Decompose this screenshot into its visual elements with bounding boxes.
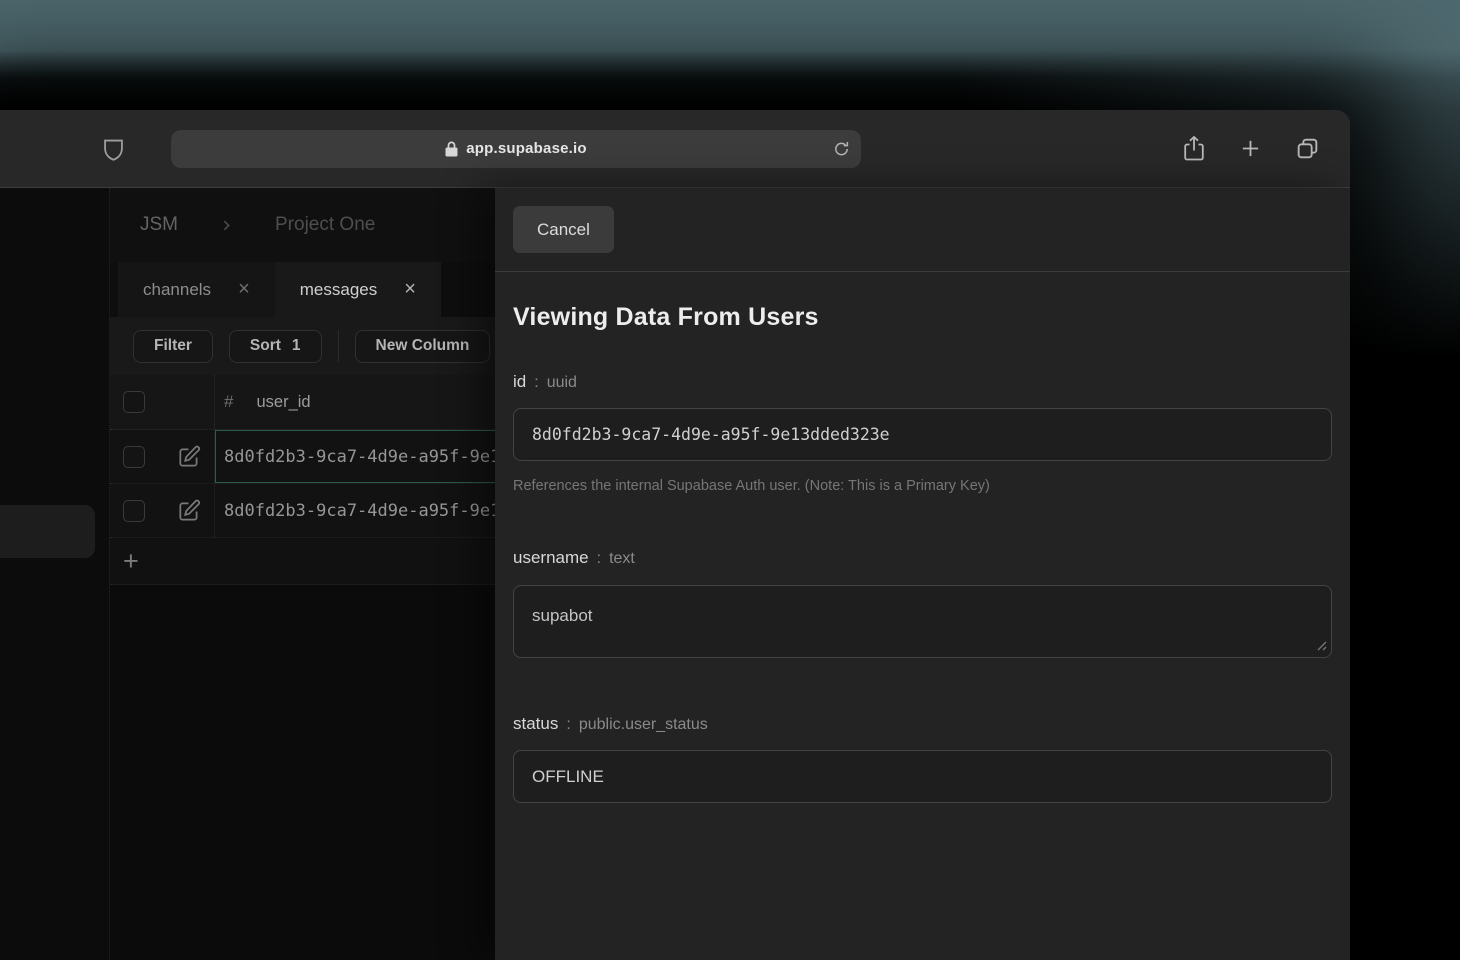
field-label-username: username : text (513, 548, 1332, 568)
sort-button[interactable]: Sort 1 (229, 330, 322, 363)
breadcrumb-project[interactable]: Project One (275, 214, 375, 236)
select-all-checkbox[interactable] (123, 391, 145, 413)
row-controls (110, 484, 215, 537)
status-input[interactable] (513, 750, 1332, 803)
tab-label: channels (143, 280, 211, 300)
field-type: uuid (547, 374, 577, 392)
row-detail-panel: Cancel Viewing Data From Users id : uuid… (495, 188, 1350, 960)
browser-toolbar: app.supabase.io (0, 110, 1350, 188)
new-column-label: New Column (376, 337, 470, 355)
row-checkbox[interactable] (123, 446, 145, 468)
app-sidebar (0, 188, 110, 960)
tab-label: messages (300, 280, 377, 300)
new-column-button[interactable]: New Column (355, 330, 491, 363)
close-icon[interactable]: × (404, 278, 416, 301)
lock-icon (445, 141, 458, 157)
id-input[interactable] (513, 408, 1332, 461)
browser-actions (1182, 135, 1320, 162)
panel-title: Viewing Data From Users (513, 303, 1332, 332)
edit-row-icon[interactable] (176, 444, 202, 470)
address-bar[interactable]: app.supabase.io (171, 130, 861, 168)
field-name: id (513, 372, 526, 392)
field-label-id: id : uuid (513, 372, 1332, 392)
resize-handle-icon[interactable] (1314, 638, 1327, 651)
field-name: status (513, 714, 558, 734)
filter-button[interactable]: Filter (133, 330, 213, 363)
field-separator: : (534, 374, 538, 392)
chevron-right-icon (220, 218, 233, 233)
sort-label: Sort (250, 337, 281, 355)
field-type: text (609, 550, 635, 568)
new-tab-icon[interactable] (1239, 137, 1262, 160)
panel-header: Cancel (495, 188, 1350, 272)
tab-messages[interactable]: messages × (275, 262, 441, 317)
header-checkbox-cell (110, 375, 215, 429)
privacy-shield-icon[interactable] (102, 136, 125, 162)
plus-icon: + (123, 551, 139, 571)
url-text: app.supabase.io (466, 140, 587, 157)
username-textarea[interactable]: supabot (513, 585, 1332, 658)
share-icon[interactable] (1182, 135, 1206, 162)
field-name: username (513, 548, 589, 568)
hash-icon: # (224, 392, 233, 412)
breadcrumb-org[interactable]: JSM (140, 214, 178, 236)
toolbar-divider (338, 330, 339, 362)
edit-row-icon[interactable] (176, 498, 202, 524)
app-area: JSM Project One channels × messages × (0, 188, 1350, 960)
tab-channels[interactable]: channels × (118, 262, 275, 317)
browser-window: app.supabase.io (0, 110, 1350, 960)
close-icon[interactable]: × (238, 278, 250, 301)
field-separator: : (597, 550, 601, 568)
sidebar-active-item[interactable] (0, 505, 95, 558)
tab-overview-icon[interactable] (1295, 136, 1320, 161)
row-checkbox[interactable] (123, 500, 145, 522)
reload-icon[interactable] (833, 140, 850, 158)
filter-label: Filter (154, 337, 192, 355)
field-label-status: status : public.user_status (513, 714, 1332, 734)
field-type: public.user_status (579, 716, 708, 734)
sort-count-badge: 1 (292, 337, 301, 355)
cancel-button[interactable]: Cancel (513, 206, 614, 253)
id-helper-text: References the internal Supabase Auth us… (513, 478, 1332, 494)
row-controls (110, 430, 215, 483)
column-title: user_id (256, 393, 310, 412)
panel-body: Viewing Data From Users id : uuid Refere… (495, 303, 1350, 803)
field-separator: : (566, 716, 570, 734)
username-field-wrap: supabot (513, 585, 1332, 658)
